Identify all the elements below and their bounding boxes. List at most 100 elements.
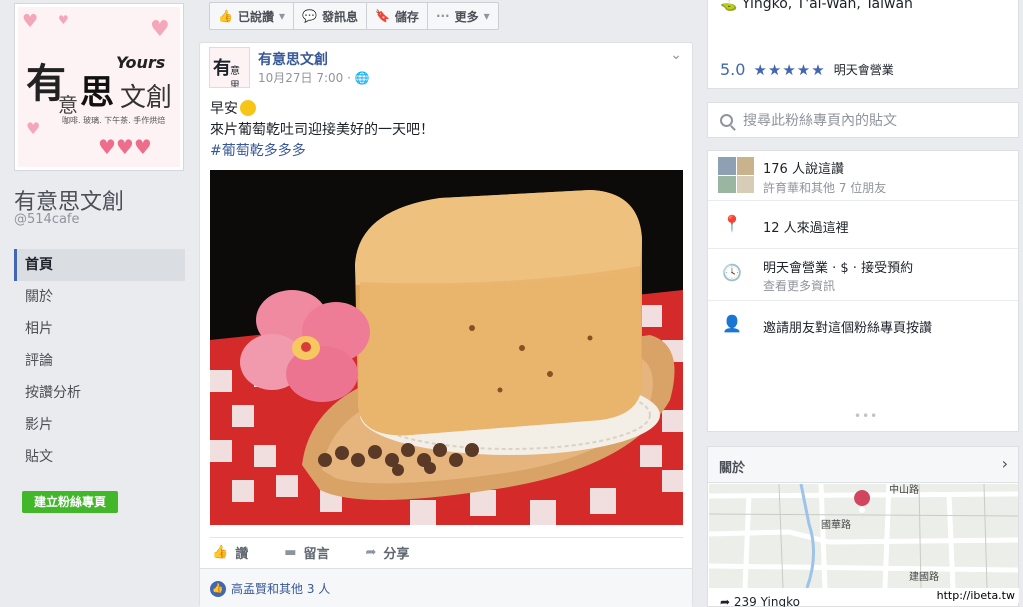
map-road-label: 國華路 (821, 518, 851, 531)
post-author-avatar[interactable]: 有 意思 (209, 47, 250, 88)
location-text: Yingko, T'ai-Wan, Taiwan (741, 0, 913, 12)
thumbs-up-icon: 👍 (212, 545, 229, 560)
page-location[interactable]: ⛳ Yingko, T'ai-Wan, Taiwan (720, 0, 913, 12)
bread-photo-illustration (210, 170, 683, 525)
create-page-button[interactable]: 建立粉絲專頁 (22, 491, 118, 513)
page-post-search[interactable]: 搜尋此粉絲專頁內的貼文 (707, 102, 1019, 138)
rating-score: 5.0 (720, 60, 746, 79)
about-title: 關於 (719, 461, 746, 476)
logo-char: 意 (58, 93, 78, 117)
liked-label: 已說讚 (237, 9, 274, 24)
more-info-link[interactable]: 查看更多資訊 (763, 277, 835, 294)
nav-item-reviews[interactable]: 評論 (14, 345, 185, 377)
logo-char: 思 (80, 73, 114, 113)
nav-item-posts[interactable]: 貼文 (14, 441, 185, 473)
liked-button[interactable]: 👍 已說讚 ▾ (210, 3, 294, 29)
map-road-label: 中山路 (889, 484, 919, 496)
like-label: 讚 (235, 547, 249, 562)
save-label: 儲存 (394, 9, 419, 24)
watermark: http://ibeta.tw (932, 588, 1019, 603)
post-photo[interactable] (210, 170, 683, 525)
checkins-count: 12 人來過這裡 (763, 221, 849, 236)
nav-item-home[interactable]: 首頁 (14, 249, 185, 281)
heart-icon: ♥ (22, 11, 39, 32)
nav-item-videos[interactable]: 影片 (14, 409, 185, 441)
address[interactable]: ➦ 239 Yingko (720, 595, 800, 607)
messenger-icon: 💬 (302, 9, 317, 23)
likes-row[interactable]: 176 人說這讚 許育華和其他 7 位朋友 (708, 151, 1018, 201)
rating-stars: ★★★★★ (753, 60, 826, 79)
likes-summary-text[interactable]: 高孟賢和其他 3 人 (231, 580, 330, 597)
message-button[interactable]: 💬 發訊息 (294, 3, 367, 29)
chevron-right-icon: › (1001, 454, 1008, 473)
open-status: 明天會營業 (833, 63, 894, 77)
map-pin-icon: 📍 (722, 214, 742, 233)
comment-label: 留言 (303, 547, 330, 562)
post-actions: 👍 讚 ▬ 留言 ➦ 分享 (210, 537, 683, 567)
page-stats-card: 176 人說這讚 許育華和其他 7 位朋友 📍 12 人來過這裡 🕓 明天會營業… (707, 150, 1019, 432)
page-rating[interactable]: 5.0 ★★★★★ 明天會營業 (720, 60, 894, 79)
share-label: 分享 (383, 547, 410, 562)
page-avatar[interactable]: ♥ ♥ ♥ ♥♥♥ ♥ 有 意 思 文創 Yours 咖啡. 玻璃. 下午茶. … (14, 3, 184, 171)
heart-icon: ♥ (58, 13, 69, 27)
more-dots-icon: ··· (435, 9, 450, 23)
thumbs-up-icon: 👍 (218, 9, 233, 23)
search-icon (720, 113, 733, 127)
share-action-button[interactable]: ➦ 分享 (366, 543, 410, 562)
post-line-2: 來片葡萄乾吐司迎接美好的一天吧！ (210, 122, 434, 138)
search-input[interactable]: 搜尋此粉絲專頁內的貼文 (743, 110, 897, 130)
heart-icon: ♥ (150, 17, 170, 42)
invite-row[interactable]: 👤 邀請朋友對這個粉絲專頁按讚 (708, 301, 1018, 349)
like-reaction-icon: 👍 (210, 580, 226, 597)
post-timestamp[interactable]: 10月27日 7:00 · 🌐 (258, 69, 370, 86)
like-action-button[interactable]: 👍 讚 (212, 543, 248, 562)
more-button[interactable]: ··· 更多 ▾ (428, 3, 498, 29)
location-map[interactable]: 中山路 國華路 建國路 (709, 484, 1018, 588)
save-button[interactable]: 🔖 儲存 (367, 3, 428, 29)
logo-char: 文創 (120, 83, 173, 113)
more-label: 更多 (454, 9, 479, 24)
map-road-label: 建國路 (909, 570, 939, 583)
caret-down-icon: ▾ (483, 9, 490, 23)
caret-down-icon: ▾ (278, 9, 285, 23)
avatar-char: 有 (213, 58, 231, 79)
heart-icon: ♥♥♥ (98, 135, 152, 159)
comment-icon: ▬ (284, 545, 297, 560)
post-line-1: 早安 (210, 101, 238, 117)
likes-count: 176 人說這讚 (763, 162, 844, 177)
page-logo: ♥ ♥ ♥ ♥♥♥ ♥ 有 意 思 文創 Yours 咖啡. 玻璃. 下午茶. … (18, 7, 180, 167)
about-header[interactable]: 關於 › (708, 447, 1018, 483)
checkins-row[interactable]: 📍 12 人來過這裡 (708, 201, 1018, 249)
nav-item-photos[interactable]: 相片 (14, 313, 185, 345)
add-friend-icon: 👤 (722, 314, 742, 333)
logo-yours: Yours (116, 53, 166, 72)
post-time-text: 10月27日 7:00 · (258, 71, 355, 85)
post-hashtag[interactable]: #葡萄乾多多多 (210, 141, 434, 162)
comment-action-button[interactable]: ▬ 留言 (284, 543, 329, 562)
nav-item-insights[interactable]: 按讚分析 (14, 377, 185, 409)
hours-row[interactable]: 🕓 明天會營業 · $ · 接受預約 查看更多資訊 (708, 249, 1018, 301)
about-card: 關於 › 中山路 國華路 建國路 ➦ 239 Yingko (707, 446, 1019, 607)
location-pin-icon: ⛳ (720, 0, 738, 12)
page-nav: 首頁 關於 相片 評論 按讚分析 影片 貼文 (14, 249, 185, 473)
page-handle[interactable]: @514cafe (14, 212, 80, 227)
friend-avatars (718, 157, 754, 193)
nav-item-about[interactable]: 關於 (14, 281, 185, 313)
clock-icon: 🕓 (722, 263, 742, 282)
post-options-chevron-icon[interactable]: ⌄ (670, 47, 682, 63)
map-illustration: 中山路 國華路 建國路 (709, 484, 1018, 588)
post-body: 早安 來片葡萄乾吐司迎接美好的一天吧！ #葡萄乾多多多 (210, 99, 434, 162)
feed-post: 有 意思 有意思文創 10月27日 7:00 · 🌐 ⌄ 早安 來片葡萄乾吐司迎… (199, 42, 693, 607)
post-likes-summary: 👍 高孟賢和其他 3 人 (200, 568, 692, 607)
globe-icon: 🌐 (354, 71, 370, 85)
avatar-char: 意思 (230, 66, 240, 88)
likes-friends[interactable]: 許育華和其他 7 位朋友 (763, 179, 886, 196)
logo-tagline: 咖啡. 玻璃. 下午茶. 手作烘焙 (62, 116, 166, 125)
loading-dots: ••• (854, 409, 879, 423)
invite-friends-text: 邀請朋友對這個粉絲專頁按讚 (763, 321, 933, 336)
directions-icon: ➦ (720, 595, 731, 607)
page-info-card: ⛳ Yingko, T'ai-Wan, Taiwan 5.0 ★★★★★ 明天會… (707, 0, 1019, 89)
post-author-name[interactable]: 有意思文創 (258, 49, 328, 69)
address-text: 239 Yingko (733, 595, 800, 607)
message-label: 發訊息 (321, 9, 358, 24)
